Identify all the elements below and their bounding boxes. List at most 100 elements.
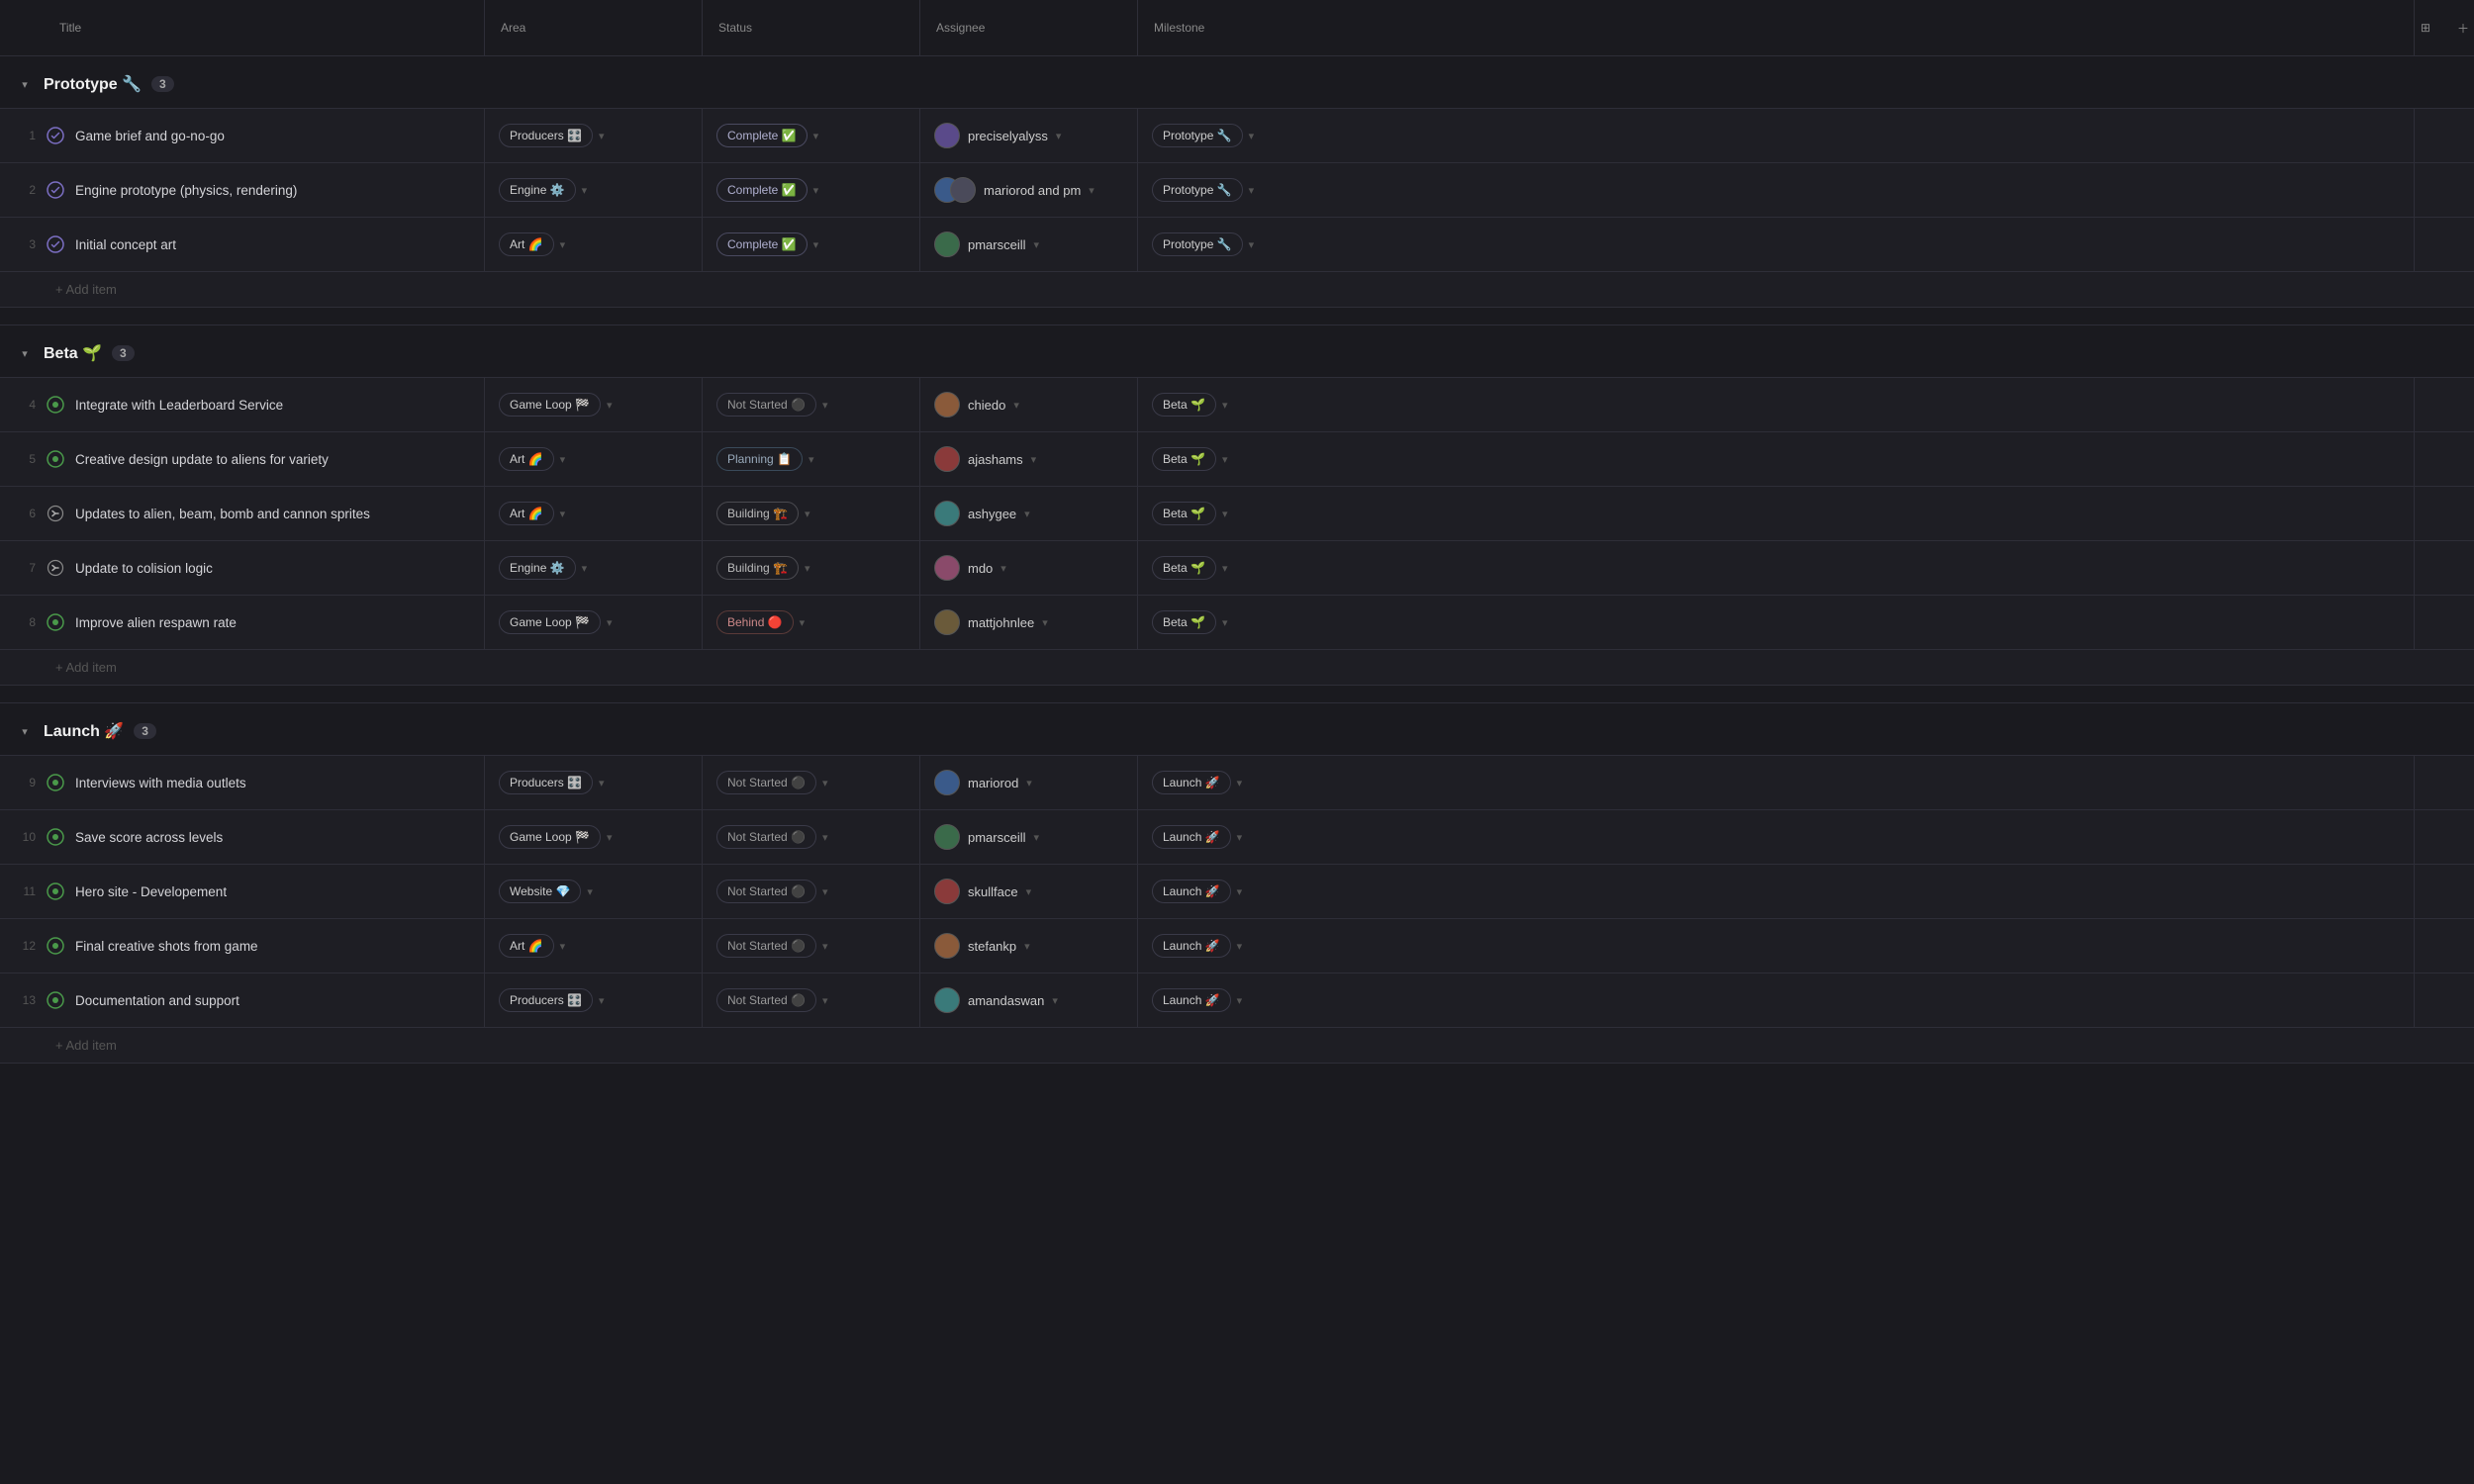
area-pill[interactable]: Website 💎 xyxy=(499,880,581,903)
area-pill[interactable]: Producers 🎛️ xyxy=(499,124,593,147)
status-pill[interactable]: Not Started ⚫ xyxy=(716,880,816,903)
area-pill[interactable]: Engine ⚙️ xyxy=(499,178,576,202)
item-title[interactable]: Integrate with Leaderboard Service xyxy=(75,398,283,413)
add-column-icon[interactable]: ＋ xyxy=(2449,14,2474,42)
area-pill[interactable]: Producers 🎛️ xyxy=(499,988,593,1012)
status-arrow[interactable]: ▾ xyxy=(800,616,806,629)
milestone-pill[interactable]: Launch 🚀 xyxy=(1152,825,1231,849)
status-pill[interactable]: Not Started ⚫ xyxy=(716,934,816,958)
item-title[interactable]: Update to colision logic xyxy=(75,561,213,576)
area-arrow[interactable]: ▾ xyxy=(607,616,613,629)
milestone-arrow[interactable]: ▾ xyxy=(1222,562,1228,575)
milestone-arrow[interactable]: ▾ xyxy=(1249,184,1255,197)
status-pill[interactable]: Planning 📋 xyxy=(716,447,803,471)
item-title[interactable]: Initial concept art xyxy=(75,237,176,252)
status-pill[interactable]: Not Started ⚫ xyxy=(716,393,816,417)
item-title[interactable]: Save score across levels xyxy=(75,830,223,845)
milestone-arrow[interactable]: ▾ xyxy=(1237,777,1243,789)
add-item-prototype[interactable]: + Add item xyxy=(0,272,2474,308)
area-arrow[interactable]: ▾ xyxy=(599,130,605,142)
area-arrow[interactable]: ▾ xyxy=(607,399,613,412)
milestone-pill[interactable]: Prototype 🔧 xyxy=(1152,178,1243,202)
status-arrow[interactable]: ▾ xyxy=(805,562,810,575)
status-pill[interactable]: Building 🏗️ xyxy=(716,556,799,580)
status-arrow[interactable]: ▾ xyxy=(822,994,828,1007)
area-pill[interactable]: Game Loop 🏁 xyxy=(499,393,601,417)
status-arrow[interactable]: ▾ xyxy=(813,184,819,197)
status-arrow[interactable]: ▾ xyxy=(813,238,819,251)
area-arrow[interactable]: ▾ xyxy=(582,184,588,197)
status-arrow[interactable]: ▾ xyxy=(813,130,819,142)
item-title[interactable]: Engine prototype (physics, rendering) xyxy=(75,183,297,198)
milestone-arrow[interactable]: ▾ xyxy=(1222,453,1228,466)
item-title[interactable]: Final creative shots from game xyxy=(75,939,258,954)
area-pill[interactable]: Engine ⚙️ xyxy=(499,556,576,580)
area-pill[interactable]: Art 🌈 xyxy=(499,447,554,471)
status-pill[interactable]: Behind 🔴 xyxy=(716,610,794,634)
area-arrow[interactable]: ▾ xyxy=(587,885,593,898)
item-title[interactable]: Updates to alien, beam, bomb and cannon … xyxy=(75,507,370,521)
status-arrow[interactable]: ▾ xyxy=(822,831,828,844)
area-arrow[interactable]: ▾ xyxy=(599,994,605,1007)
milestone-arrow[interactable]: ▾ xyxy=(1222,508,1228,520)
item-title[interactable]: Game brief and go-no-go xyxy=(75,129,225,143)
item-title[interactable]: Documentation and support xyxy=(75,993,239,1008)
milestone-arrow[interactable]: ▾ xyxy=(1222,399,1228,412)
milestone-pill[interactable]: Prototype 🔧 xyxy=(1152,232,1243,256)
area-arrow[interactable]: ▾ xyxy=(599,777,605,789)
assignee-arrow[interactable]: ▾ xyxy=(1056,130,1062,142)
milestone-pill[interactable]: Launch 🚀 xyxy=(1152,771,1231,794)
area-arrow[interactable]: ▾ xyxy=(607,831,613,844)
status-pill[interactable]: Complete ✅ xyxy=(716,124,808,147)
assignee-arrow[interactable]: ▾ xyxy=(1024,940,1030,953)
milestone-arrow[interactable]: ▾ xyxy=(1237,994,1243,1007)
milestone-arrow[interactable]: ▾ xyxy=(1237,940,1243,953)
assignee-arrow[interactable]: ▾ xyxy=(1052,994,1058,1007)
assignee-arrow[interactable]: ▾ xyxy=(1024,508,1030,520)
milestone-arrow[interactable]: ▾ xyxy=(1249,130,1255,142)
add-item-launch[interactable]: + Add item xyxy=(0,1028,2474,1064)
assignee-arrow[interactable]: ▾ xyxy=(1089,184,1094,197)
area-pill[interactable]: Art 🌈 xyxy=(499,232,554,256)
assignee-arrow[interactable]: ▾ xyxy=(1000,562,1006,575)
status-arrow[interactable]: ▾ xyxy=(809,453,814,466)
group-chevron-prototype[interactable]: ▾ xyxy=(16,75,34,93)
item-title[interactable]: Creative design update to aliens for var… xyxy=(75,452,329,467)
milestone-pill[interactable]: Beta 🌱 xyxy=(1152,447,1216,471)
milestone-pill[interactable]: Launch 🚀 xyxy=(1152,934,1231,958)
group-chevron-launch[interactable]: ▾ xyxy=(16,722,34,740)
status-pill[interactable]: Complete ✅ xyxy=(716,178,808,202)
item-title[interactable]: Interviews with media outlets xyxy=(75,776,246,790)
milestone-arrow[interactable]: ▾ xyxy=(1237,831,1243,844)
assignee-arrow[interactable]: ▾ xyxy=(1026,885,1032,898)
status-arrow[interactable]: ▾ xyxy=(805,508,810,520)
milestone-arrow[interactable]: ▾ xyxy=(1237,885,1243,898)
status-pill[interactable]: Not Started ⚫ xyxy=(716,825,816,849)
area-arrow[interactable]: ▾ xyxy=(582,562,588,575)
milestone-arrow[interactable]: ▾ xyxy=(1222,616,1228,629)
status-arrow[interactable]: ▾ xyxy=(822,399,828,412)
assignee-arrow[interactable]: ▾ xyxy=(1034,238,1040,251)
group-chevron-beta[interactable]: ▾ xyxy=(16,344,34,362)
milestone-pill[interactable]: Beta 🌱 xyxy=(1152,393,1216,417)
assignee-arrow[interactable]: ▾ xyxy=(1026,777,1032,789)
milestone-pill[interactable]: Prototype 🔧 xyxy=(1152,124,1243,147)
status-pill[interactable]: Building 🏗️ xyxy=(716,502,799,525)
item-title[interactable]: Improve alien respawn rate xyxy=(75,615,237,630)
milestone-arrow[interactable]: ▾ xyxy=(1249,238,1255,251)
milestone-pill[interactable]: Launch 🚀 xyxy=(1152,880,1231,903)
area-pill[interactable]: Game Loop 🏁 xyxy=(499,610,601,634)
milestone-pill[interactable]: Beta 🌱 xyxy=(1152,556,1216,580)
area-pill[interactable]: Producers 🎛️ xyxy=(499,771,593,794)
item-title[interactable]: Hero site - Developement xyxy=(75,884,227,899)
area-arrow[interactable]: ▾ xyxy=(560,453,566,466)
assignee-arrow[interactable]: ▾ xyxy=(1034,831,1040,844)
area-pill[interactable]: Game Loop 🏁 xyxy=(499,825,601,849)
status-arrow[interactable]: ▾ xyxy=(822,885,828,898)
status-pill[interactable]: Not Started ⚫ xyxy=(716,988,816,1012)
area-arrow[interactable]: ▾ xyxy=(560,940,566,953)
milestone-pill[interactable]: Beta 🌱 xyxy=(1152,502,1216,525)
area-pill[interactable]: Art 🌈 xyxy=(499,502,554,525)
area-arrow[interactable]: ▾ xyxy=(560,508,566,520)
area-arrow[interactable]: ▾ xyxy=(560,238,566,251)
